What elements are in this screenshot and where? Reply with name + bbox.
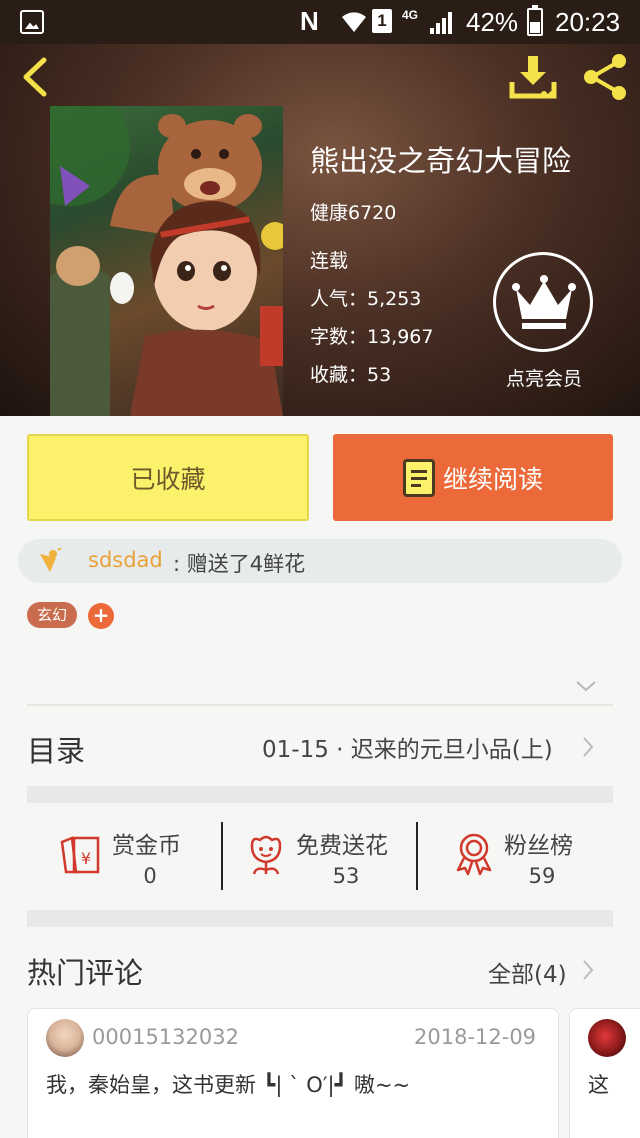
signal-icon [430,12,454,34]
chevron-right-icon [583,737,594,757]
book-header: 熊出没之奇幻大冒险 健康6720 连载 人气：5,253 字数：13,967 收… [0,44,640,416]
battery-icon [527,5,543,36]
book-title: 熊出没之奇幻大冒险 [310,144,572,178]
reward-coins-value: 0 [143,864,157,888]
comment-username[interactable]: 00015132032 [92,1025,239,1049]
continue-reading-button[interactable]: 继续阅读 [333,434,613,521]
crown-icon [512,275,576,329]
flower-gift-icon [40,548,62,572]
all-comments-link[interactable]: 全部(4) [488,955,567,989]
chevron-down-icon[interactable] [574,676,598,696]
free-flowers-label: 免费送花 [296,833,388,859]
status-bar: N 1 4G 42% 20:23 [0,0,640,44]
favorited-button[interactable]: 已收藏 [27,434,309,521]
book-status: 连载 [310,250,349,272]
avatar[interactable] [588,1019,626,1057]
fan-badge-icon [456,833,492,876]
free-flowers-value: 53 [332,864,360,888]
hot-comments-label: 热门评论 [27,956,144,990]
network-type: 4G [402,8,419,22]
latest-chapter[interactable]: 01-15 · 迟来的元旦小品(上) [262,730,553,764]
book-cover[interactable] [50,106,283,416]
stat-divider [221,822,223,890]
genre-tag[interactable]: 玄幻 [27,602,78,628]
fan-ranking[interactable]: 粉丝榜 59 [452,822,612,892]
book-favorites: 收藏：53 [310,364,392,386]
add-tag-button[interactable]: + [88,603,114,629]
book-popularity: 人气：5,253 [310,288,422,310]
toc-label: 目录 [27,734,86,768]
favorited-label: 已收藏 [130,464,206,494]
fan-ranking-label: 粉丝榜 [504,833,573,859]
continue-reading-label: 继续阅读 [442,464,543,494]
wifi-icon [340,8,368,41]
gift-text: : 赠送了4鲜花 [173,552,306,576]
free-flowers[interactable]: 免费送花 53 [244,822,414,892]
gift-notice[interactable]: sdsdad : 赠送了4鲜花 [18,539,622,583]
book-word-count: 字数：13,967 [310,326,434,348]
nfc-icon: N [300,6,319,36]
comment-card[interactable]: 00015132032 2018-12-09 我，秦始皇，这书更新 ┗| ` O… [27,1008,559,1138]
section-separator [27,910,613,927]
comment-date: 2018-12-09 [414,1025,537,1049]
fan-ranking-value: 59 [528,864,556,888]
reward-coins-label: 赏金币 [112,833,181,859]
gift-username[interactable]: sdsdad [88,548,163,572]
download-icon[interactable] [508,52,558,102]
reward-coins[interactable]: ¥ 赏金币 0 [56,822,216,892]
vip-label[interactable]: 点亮会员 [496,364,592,391]
back-icon[interactable] [16,54,56,100]
comment-card[interactable]: 这 [569,1008,640,1138]
comment-text: 我，秦始皇，这书更新 ┗| ` O′|┛ 嗷~~ [46,1073,411,1097]
sim-indicator: 1 [372,9,392,33]
chevron-right-icon[interactable] [581,958,595,982]
avatar[interactable] [46,1019,84,1057]
battery-percent: 42% [466,7,519,37]
gallery-notification-icon [20,10,44,34]
book-icon [402,458,435,497]
section-separator [27,786,613,803]
clock: 20:23 [555,7,621,37]
comment-text: 这 [588,1073,609,1097]
book-author[interactable]: 健康6720 [310,198,396,225]
svg-text:¥: ¥ [81,849,91,868]
flower-icon [250,835,282,875]
red-packet-icon: ¥ [60,836,100,874]
divider [27,704,613,706]
stat-divider [416,822,418,890]
share-icon[interactable] [580,52,630,102]
vip-button[interactable] [493,252,593,352]
